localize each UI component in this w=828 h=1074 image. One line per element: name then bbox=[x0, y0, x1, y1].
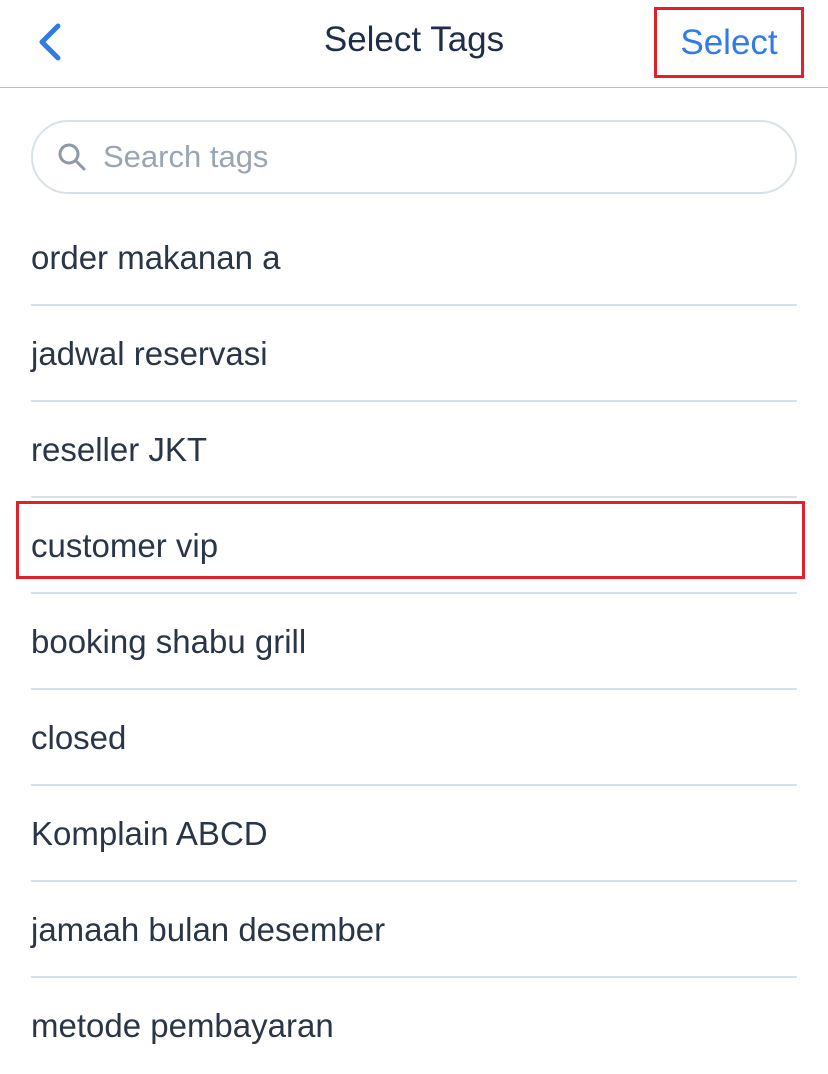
tag-item-customer-vip[interactable]: customer vip bbox=[31, 498, 797, 594]
search-bar[interactable] bbox=[31, 120, 797, 194]
tag-label: booking shabu grill bbox=[31, 623, 307, 660]
tag-label: customer vip bbox=[31, 527, 219, 564]
tag-item-metode-pembayaran[interactable]: metode pembayaran bbox=[31, 978, 797, 1074]
back-button[interactable] bbox=[22, 14, 78, 70]
tag-item-booking-shabu-grill[interactable]: booking shabu grill bbox=[31, 594, 797, 690]
tag-item-jamaah-bulan-desember[interactable]: jamaah bulan desember bbox=[31, 882, 797, 978]
tag-list: order makanan a jadwal reservasi reselle… bbox=[0, 210, 828, 1074]
select-button[interactable]: Select bbox=[654, 7, 804, 78]
tag-item-jadwal-reservasi[interactable]: jadwal reservasi bbox=[31, 306, 797, 402]
tag-label: order makanan a bbox=[31, 239, 281, 276]
tag-label: jadwal reservasi bbox=[31, 335, 268, 372]
tag-item-reseller-jkt[interactable]: reseller JKT bbox=[31, 402, 797, 498]
tag-label: reseller JKT bbox=[31, 431, 208, 468]
search-icon bbox=[58, 143, 86, 171]
tag-label: metode pembayaran bbox=[31, 1007, 334, 1044]
tag-label: closed bbox=[31, 719, 127, 756]
search-input[interactable] bbox=[103, 122, 763, 192]
chevron-left-icon bbox=[39, 23, 61, 61]
tag-item-komplain-abcd[interactable]: Komplain ABCD bbox=[31, 786, 797, 882]
tag-label: Komplain ABCD bbox=[31, 815, 268, 852]
tag-item-closed[interactable]: closed bbox=[31, 690, 797, 786]
tag-item-order-makanan-a[interactable]: order makanan a bbox=[31, 210, 797, 306]
navigation-bar: Select Tags Select bbox=[0, 0, 828, 88]
tag-label: jamaah bulan desember bbox=[31, 911, 386, 948]
